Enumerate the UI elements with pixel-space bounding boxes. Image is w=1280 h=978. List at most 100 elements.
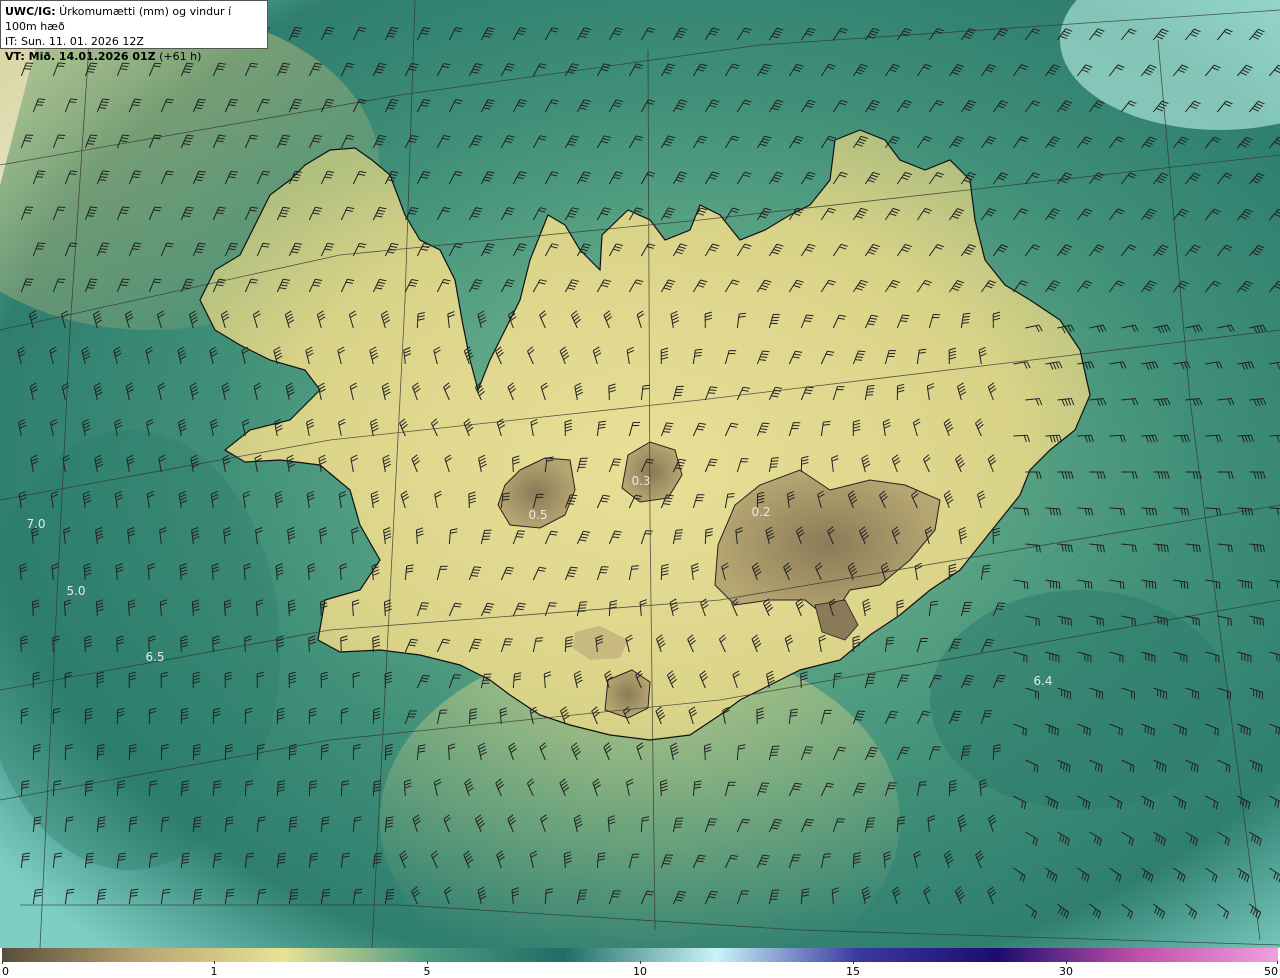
wind-barb xyxy=(372,637,374,653)
wind-barb-flag xyxy=(90,278,98,281)
wind-barb-flag xyxy=(535,640,543,642)
wind-barb-flag xyxy=(856,716,864,718)
wind-barb-flag xyxy=(612,464,620,466)
wind-barb-flag xyxy=(1089,728,1091,737)
wind-barb-flag xyxy=(962,754,970,756)
model-code: UWC/IG: xyxy=(5,5,56,18)
value-label-5-0: 5.0 xyxy=(66,584,85,598)
wind-barb-flag xyxy=(1083,726,1086,734)
wind-barb-flag xyxy=(674,538,682,540)
wind-barb-flag xyxy=(900,680,908,682)
wind-barb-flag xyxy=(58,206,66,209)
value-label-6-4: 6.4 xyxy=(1033,674,1052,688)
wind-barb-flag xyxy=(38,242,46,245)
wind-barb-flag xyxy=(26,278,34,280)
wind-barb-flag xyxy=(36,176,44,178)
wind-barb-flag xyxy=(762,782,770,784)
wind-barb-flag xyxy=(471,572,480,574)
wind-barb-flag xyxy=(770,463,778,465)
value-label-7-0: 7.0 xyxy=(26,517,45,531)
valid-time: VT: Mið. 14.01.2026 01Z xyxy=(5,50,156,63)
wind-barb-flag xyxy=(771,457,779,459)
wind-barb-flag xyxy=(1243,726,1246,734)
wind-barb-flag xyxy=(69,173,77,175)
wind-barb-flag xyxy=(536,637,544,639)
wind-barb-flag xyxy=(855,359,863,361)
wind-barb xyxy=(84,637,86,653)
forecast-offset: (+61 h) xyxy=(155,50,202,63)
wind-barb-flag xyxy=(57,137,65,139)
wind-barb-flag xyxy=(36,104,44,106)
wind-barb-flag xyxy=(962,751,970,753)
wind-barb-flag xyxy=(857,713,865,715)
wind-barb-flag xyxy=(37,101,45,103)
colorbar-tick-5: 5 xyxy=(423,965,431,978)
colorbar-tick-50: 50 xyxy=(1264,965,1278,978)
wind-barb-flag xyxy=(662,863,670,865)
wind-barb-flag xyxy=(1121,728,1123,737)
wind-barb-flag xyxy=(614,458,622,460)
colorbar-tick-1: 1 xyxy=(210,965,218,978)
wind-barb-flag xyxy=(708,392,716,394)
wind-barb xyxy=(1141,507,1156,510)
wind-barb xyxy=(340,637,342,653)
wind-barb-flag xyxy=(26,134,34,136)
wind-barb-flag xyxy=(1058,582,1061,590)
wind-barb-flag xyxy=(858,350,866,353)
wind-barb-flag xyxy=(806,314,814,317)
wind-barb-flag xyxy=(58,134,66,137)
wind-barb-flag xyxy=(708,821,716,823)
wind-barb-flag xyxy=(709,389,717,391)
wind-barb-flag xyxy=(516,533,525,535)
wind-barb-flag xyxy=(1154,582,1157,590)
wind-barb xyxy=(992,745,995,761)
wind-barb-flag xyxy=(1148,581,1151,589)
wind-barb-flag xyxy=(1026,582,1029,590)
wind-barb-flag xyxy=(866,391,874,393)
wind-barb-flag xyxy=(569,497,577,499)
wind-barb-flag xyxy=(867,385,875,387)
wind-barb xyxy=(756,709,758,725)
colorbar-tick-0: 0 xyxy=(2,965,9,978)
wind-barb-flag xyxy=(1250,582,1253,590)
wind-barb-flag xyxy=(804,749,813,751)
wind-barb xyxy=(244,637,246,653)
wind-barb-flag xyxy=(996,608,1004,610)
wind-barb-flag xyxy=(674,535,682,537)
wind-barb-flag xyxy=(770,466,778,468)
wind-barb-flag xyxy=(1244,581,1247,589)
wind-barb-flag xyxy=(69,245,77,247)
wind-barb-flag xyxy=(1180,581,1183,589)
wind-barb-flag xyxy=(707,824,715,826)
wind-barb-flag xyxy=(566,503,575,505)
wind-barb-flag xyxy=(570,494,578,497)
wind-barb-flag xyxy=(631,565,639,567)
wind-barb-flag xyxy=(1278,727,1280,735)
wind-barb-flag xyxy=(36,248,44,250)
wind-barb-flag xyxy=(759,788,768,790)
wind-barb-flag xyxy=(951,647,959,649)
wind-barb-flag xyxy=(631,568,639,570)
wind-barb-flag xyxy=(57,209,65,211)
wind-barb-flag xyxy=(963,745,972,747)
wind-barb-flag xyxy=(24,140,32,142)
wind-barb-flag xyxy=(24,212,32,214)
colorbar-tick-10: 10 xyxy=(633,965,647,978)
wind-barb-flag xyxy=(470,575,478,577)
wind-barb-flag xyxy=(1118,727,1120,735)
wind-barb-flag xyxy=(407,716,415,718)
wind-barb-flag xyxy=(1090,582,1093,590)
wind-barb xyxy=(704,529,707,545)
wind-barb xyxy=(1205,507,1220,510)
wind-barb-flag xyxy=(90,134,98,137)
wind-barb-flag xyxy=(1217,728,1219,737)
wind-barb-flag xyxy=(1275,726,1278,734)
wind-barb-flag xyxy=(866,394,874,396)
wind-barb-flag xyxy=(952,644,960,646)
wind-barb-flag xyxy=(25,281,33,283)
wind-barb-flag xyxy=(25,137,33,139)
wind-barb-flag xyxy=(453,674,462,676)
wind-barb xyxy=(180,637,182,653)
wind-barb-flag xyxy=(613,461,621,463)
wind-barb-flag xyxy=(1179,726,1182,734)
